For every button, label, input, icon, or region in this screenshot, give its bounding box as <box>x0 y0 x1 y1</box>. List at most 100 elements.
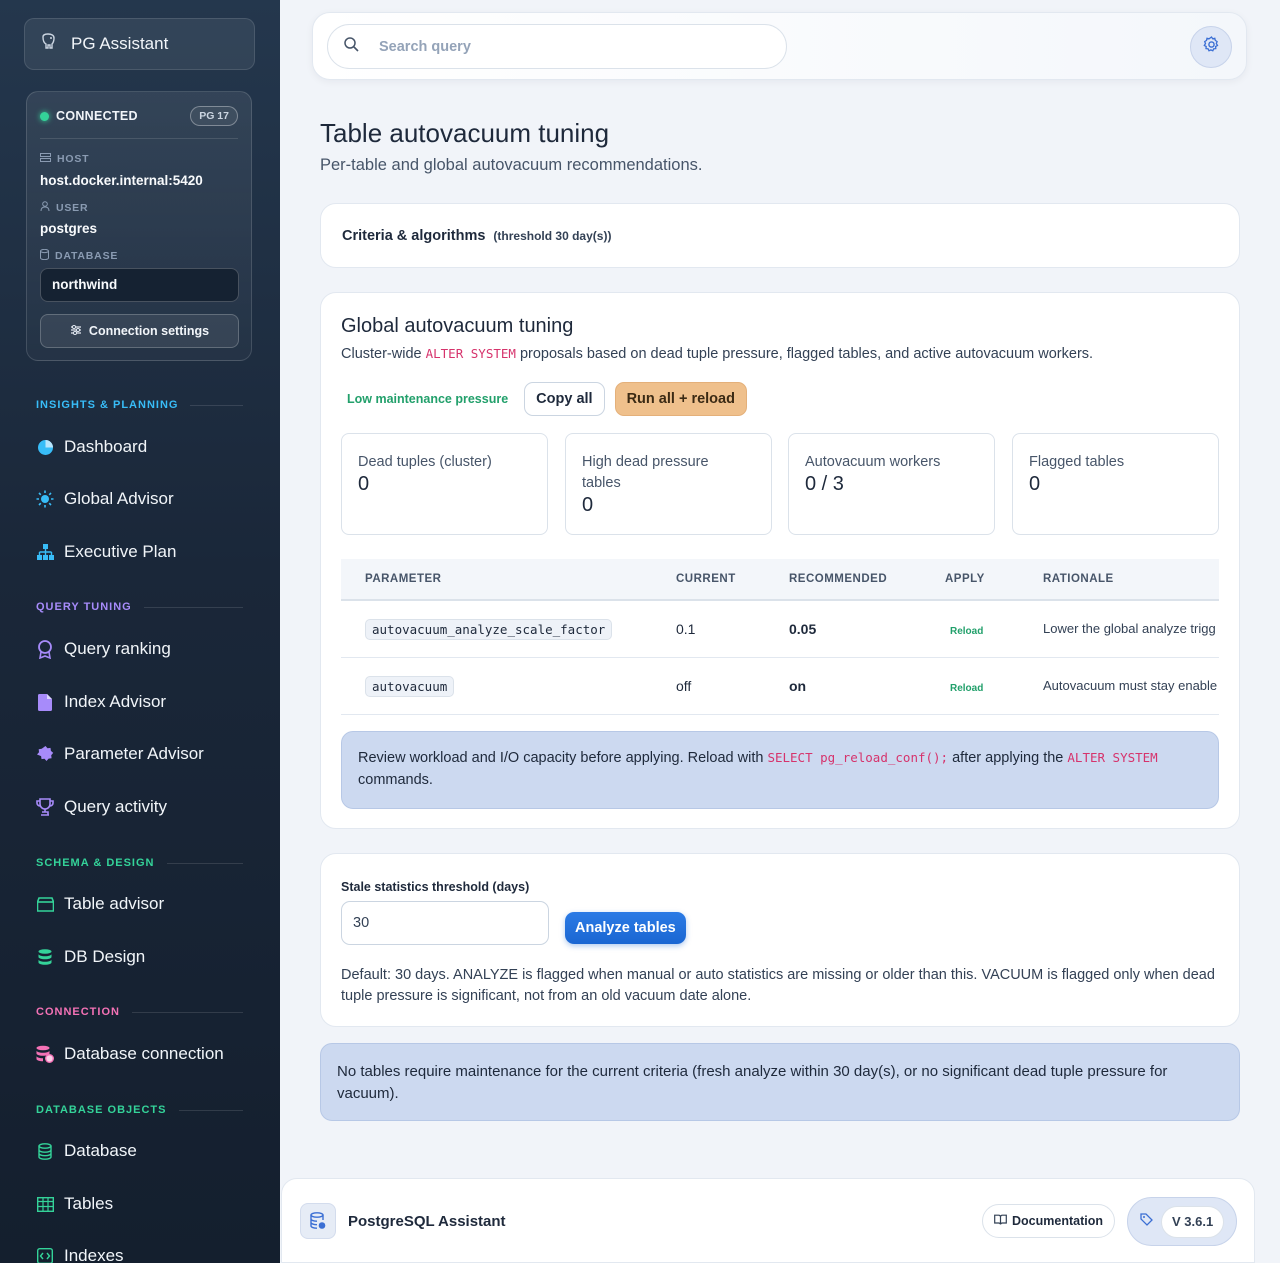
award-icon <box>36 639 54 659</box>
nav-section-insights: INSIGHTS & PLANNING <box>36 399 243 411</box>
nav-item-database[interactable]: Database <box>36 1138 137 1164</box>
run-all-reload-button[interactable]: Run all + reload <box>614 382 747 416</box>
pg-version-badge: PG 17 <box>190 106 238 126</box>
nav-section-database-objects: DATABASE OBJECTS <box>36 1104 243 1116</box>
current-value: off <box>676 678 692 694</box>
pressure-badge: Low maintenance pressure <box>347 392 509 406</box>
col-rationale: RATIONALE <box>1043 573 1114 585</box>
parameter-name: autovacuum <box>365 676 455 697</box>
version-badge: V 3.6.1 <box>1127 1197 1237 1246</box>
user-icon <box>40 201 50 214</box>
connection-settings-button[interactable]: Connection settings <box>40 314 239 348</box>
analyze-tables-button[interactable]: Analyze tables <box>565 912 686 944</box>
server-icon <box>40 153 51 165</box>
search-icon <box>344 36 359 57</box>
global-actions: Low maintenance pressure Copy all Run al… <box>341 382 747 416</box>
nav-item-table-advisor[interactable]: Table advisor <box>36 891 164 917</box>
nav-item-global-advisor[interactable]: Global Advisor <box>36 486 174 512</box>
apply-reload-badge: Reload <box>950 683 984 694</box>
trophy-icon <box>36 798 54 816</box>
nav-item-indexes[interactable]: Indexes <box>36 1243 124 1263</box>
table-row: autovacuum_analyze_scale_factor 0.1 0.05… <box>341 601 1219 658</box>
rationale-text: Autovacuum must stay enable <box>1043 678 1218 693</box>
stat-flagged-tables: Flagged tables 0 <box>1012 433 1219 535</box>
nav-item-query-activity[interactable]: Query activity <box>36 794 167 820</box>
nav-item-dashboard[interactable]: Dashboard <box>36 434 147 460</box>
documentation-button[interactable]: Documentation <box>982 1204 1115 1238</box>
stale-threshold-label: Stale statistics threshold (days) <box>341 880 530 894</box>
parameter-name: autovacuum_analyze_scale_factor <box>365 619 613 640</box>
code-icon <box>36 1247 54 1263</box>
sidebar: PG Assistant CONNECTED PG 17 HOST host.d… <box>0 0 280 1263</box>
nav-section-connection: CONNECTION <box>36 1006 243 1018</box>
sun-icon <box>36 490 54 508</box>
brand[interactable]: PG Assistant <box>24 18 255 70</box>
table-header: PARAMETER CURRENT RECOMMENDED APPLY RATI… <box>341 559 1219 601</box>
pie-chart-icon <box>36 438 54 456</box>
criteria-panel[interactable]: Criteria & algorithms (threshold 30 day(… <box>320 203 1240 268</box>
col-apply: APPLY <box>945 573 985 585</box>
col-current: CURRENT <box>676 573 736 585</box>
alter-system-code: ALTER SYSTEM <box>425 346 516 361</box>
nav-section-query-tuning: QUERY TUNING <box>36 601 243 613</box>
current-value: 0.1 <box>676 621 696 637</box>
tag-icon <box>1140 1212 1153 1231</box>
sitemap-icon <box>36 543 54 561</box>
alter-system-code: ALTER SYSTEM <box>1067 750 1158 765</box>
stat-autovacuum-workers: Autovacuum workers 0 / 3 <box>788 433 995 535</box>
no-tables-notice: No tables require maintenance for the cu… <box>320 1043 1240 1121</box>
user-label: USER <box>40 201 88 214</box>
criteria-title: Criteria & algorithms <box>342 227 486 244</box>
top-bar: Search query <box>312 12 1247 80</box>
col-parameter: PARAMETER <box>365 573 442 585</box>
database-settings-icon <box>36 1045 54 1063</box>
global-tuning-card: Global autovacuum tuning Cluster-wide AL… <box>320 292 1240 829</box>
page-title: Table autovacuum tuning <box>320 118 610 148</box>
stale-threshold-card: Stale statistics threshold (days) 30 Ana… <box>320 853 1240 1027</box>
nav-item-index-advisor[interactable]: Index Advisor <box>36 689 166 715</box>
nav-section-schema: SCHEMA & DESIGN <box>36 857 243 869</box>
recommendations-table: PARAMETER CURRENT RECOMMENDED APPLY RATI… <box>341 559 1219 715</box>
page-subtitle: Per-table and global autovacuum recommen… <box>320 156 703 174</box>
table-grid-icon <box>36 1195 54 1213</box>
database-label: DATABASE <box>40 248 118 263</box>
nav-item-db-design[interactable]: DB Design <box>36 944 145 970</box>
recommended-value: on <box>789 678 807 694</box>
col-recommended: RECOMMENDED <box>789 573 888 585</box>
reload-code: SELECT pg_reload_conf(); <box>767 750 949 765</box>
gear-icon <box>1202 36 1220 58</box>
database-small-icon <box>40 248 49 263</box>
book-icon <box>994 1214 1007 1228</box>
reload-info-alert: Review workload and I/O capacity before … <box>341 731 1219 809</box>
brand-title: PG Assistant <box>71 34 169 53</box>
connection-status-row: CONNECTED PG 17 <box>40 106 238 139</box>
database-stack-icon <box>36 948 54 966</box>
host-label: HOST <box>40 153 89 165</box>
nav-item-tables[interactable]: Tables <box>36 1191 113 1217</box>
settings-button[interactable] <box>1190 26 1232 68</box>
search-box[interactable]: Search query <box>327 24 787 69</box>
nav-item-database-connection[interactable]: Database connection <box>36 1041 224 1067</box>
table-drawer-icon <box>36 895 54 913</box>
stat-high-dead-pressure: High dead pressure tables 0 <box>565 433 772 535</box>
connection-card: CONNECTED PG 17 HOST host.docker.interna… <box>26 91 252 361</box>
status-dot-icon <box>40 111 49 121</box>
apply-reload-badge: Reload <box>950 626 984 637</box>
search-input[interactable]: Search query <box>379 39 471 55</box>
nav-item-executive-plan[interactable]: Executive Plan <box>36 539 176 565</box>
copy-all-button[interactable]: Copy all <box>524 382 605 416</box>
rationale-text: Lower the global analyze trigg <box>1043 621 1216 636</box>
document-icon <box>36 693 54 711</box>
criteria-threshold: (threshold 30 day(s)) <box>493 228 612 243</box>
version-label: V 3.6.1 <box>1161 1205 1225 1238</box>
host-value: host.docker.internal:5420 <box>40 173 203 188</box>
global-tuning-description: Cluster-wide ALTER SYSTEM proposals base… <box>341 346 1094 362</box>
stale-threshold-help: Default: 30 days. ANALYZE is flagged whe… <box>341 967 1215 1004</box>
table-row: autovacuum off on Reload Autovacuum must… <box>341 658 1219 715</box>
stale-threshold-input[interactable]: 30 <box>341 901 549 945</box>
database-icon <box>36 1142 54 1160</box>
nav-item-query-ranking[interactable]: Query ranking <box>36 636 171 662</box>
database-select[interactable]: northwind <box>40 268 239 302</box>
gear-badge-icon <box>36 745 54 763</box>
nav-item-parameter-advisor[interactable]: Parameter Advisor <box>36 741 204 767</box>
